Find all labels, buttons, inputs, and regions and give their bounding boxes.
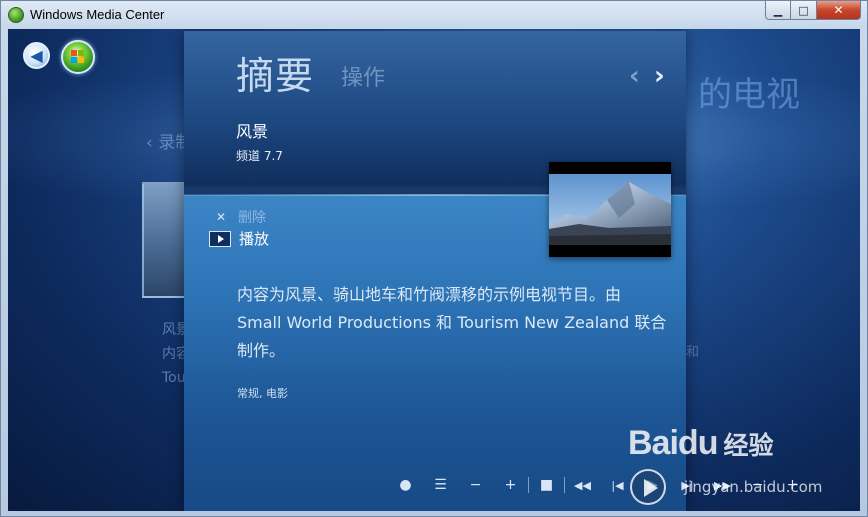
title-bar[interactable]: Windows Media Center ▁ □ ✕ — [1, 1, 867, 29]
back-arrow-icon: ◀ — [30, 46, 43, 65]
watermark-product: 经验 — [723, 432, 774, 460]
caption-buttons: ▁ □ ✕ — [765, 1, 861, 21]
media-center-window: Windows Media Center ▁ □ ✕ ◀ 的电视 ‹ 录制 风景… — [0, 0, 868, 517]
previous-item-button[interactable]: ‹ — [629, 61, 640, 91]
show-thumbnail — [549, 162, 671, 257]
show-description: 内容为风景、骑山地车和竹阀漂移的示例电视节目。由 Small World Pro… — [237, 285, 667, 360]
channel-up-button[interactable]: + — [493, 475, 528, 495]
record-button[interactable]: ● — [388, 475, 423, 495]
stop-button[interactable]: ■ — [529, 475, 564, 495]
show-genres: 常规, 电影 — [237, 387, 288, 400]
start-orb-button[interactable] — [61, 40, 95, 74]
maximize-button[interactable]: □ — [791, 1, 817, 20]
delete-action[interactable]: ✕ 删除 — [214, 207, 266, 227]
background-page-title: 的电视 — [698, 75, 800, 115]
back-button[interactable]: ◀ — [23, 42, 50, 69]
tab-actions[interactable]: 操作 — [341, 60, 385, 92]
tab-summary[interactable]: 摘要 — [236, 45, 314, 100]
mountain-landscape-image — [549, 174, 671, 245]
play-action-label: 播放 — [239, 230, 270, 248]
windows-logo-icon — [71, 50, 85, 64]
play-icon — [209, 230, 231, 247]
media-center-logo-icon — [8, 7, 24, 23]
play-action[interactable]: 播放 — [209, 228, 269, 249]
next-item-button[interactable]: › — [654, 61, 665, 91]
close-icon: ✕ — [215, 210, 227, 224]
delete-action-label: 删除 — [238, 210, 266, 226]
media-center-client-area: ◀ 的电视 ‹ 录制 风景 内容 Tou 和 摘要 操作 ‹ › 风景 频道 7… — [8, 29, 860, 511]
show-title: 风景 — [236, 122, 269, 141]
watermark-url: jingyan.baidu.com — [684, 478, 823, 496]
channel-down-button[interactable]: − — [458, 475, 493, 495]
details-panel: 摘要 操作 ‹ › 风景 频道 7.7 ✕ 删除 播放 内容为风景、骑山地车和竹… — [184, 31, 686, 511]
rewind-button[interactable]: ◀◀ — [565, 475, 600, 495]
channel-label: 频道 7.7 — [236, 149, 283, 163]
background-right-text: 和 — [686, 345, 700, 360]
window-title: Windows Media Center — [30, 7, 165, 22]
close-button[interactable]: ✕ — [817, 1, 861, 20]
minimize-button[interactable]: ▁ — [765, 1, 791, 20]
watermark-play-icon — [630, 469, 666, 505]
guide-button[interactable]: ☰ — [423, 475, 458, 495]
